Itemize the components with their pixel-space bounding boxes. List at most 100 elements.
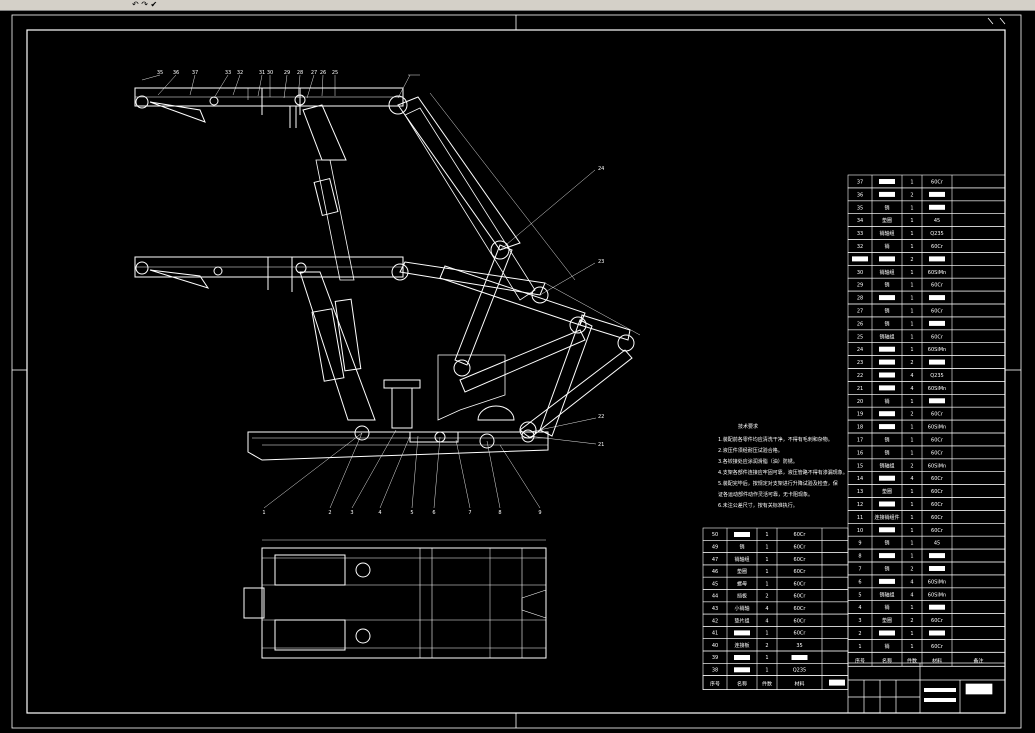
redacted-cell [879, 295, 895, 301]
tech-line-4: 4.支架各部件连接应牢固可靠，液压管路不得有渗漏现象。 [718, 469, 848, 476]
bom-row-no: 12 [857, 502, 863, 508]
bom-row-no: 42 [712, 618, 718, 624]
callout-top: 32 [237, 70, 243, 76]
redacted-cell [879, 191, 895, 197]
bom-row-qty: 1 [910, 631, 913, 637]
bom-row-qty: 1 [910, 528, 913, 534]
bom-row-no: 22 [857, 373, 863, 379]
tech-line-5: 5.装配完毕后，按规定对支架进行升降试验及检查，保 [718, 480, 838, 487]
header-qty: 件数 [762, 681, 772, 688]
bom-row-no: 3 [858, 618, 861, 624]
redacted-cell [879, 527, 895, 533]
bom-row-no: 29 [857, 283, 863, 289]
bom-row-material: 60Cr [931, 244, 944, 250]
bom-row-no: 4 [858, 605, 861, 611]
bom-row-material: 60SiMn [928, 579, 946, 585]
redacted-cell [929, 398, 945, 404]
tech-line-1: 1.装配前各零件均应清洗干净，不得有毛刺和杂物。 [718, 436, 833, 443]
bom-row: 13 垫圈 1 60Cr [847, 484, 1006, 498]
bom-row-qty: 4 [910, 373, 913, 379]
bom-row-no: 39 [712, 655, 718, 661]
bom-row-qty: 1 [910, 437, 913, 443]
bom-row-qty: 1 [910, 502, 913, 508]
bom-row-no: 40 [712, 643, 718, 649]
bom-row-material: 60Cr [931, 489, 944, 495]
bom-header: 序号 名称 件数 材料 备注 [847, 651, 1006, 667]
redacted-cell [879, 385, 895, 391]
bom-row-no: 43 [712, 606, 718, 612]
bom-row-no: 35 [857, 205, 863, 211]
bom-row-no: 10 [857, 528, 863, 534]
bom-row-no: 14 [857, 476, 863, 482]
toolbar-glyphs[interactable]: ↶ ↷ ✔ [132, 0, 157, 9]
redacted-cell [734, 667, 750, 673]
bom-row-material: 60Cr [931, 618, 944, 624]
bom-row: 38 1 Q235 [702, 662, 849, 676]
bom-row-material: 60Cr [931, 450, 944, 456]
bom-row-qty: 4 [910, 579, 913, 585]
bom-row: 17 销 1 60Cr [847, 432, 1006, 447]
bom-row-qty: 2 [910, 360, 913, 366]
bom-row-name: 销 [884, 604, 889, 611]
callout-top: 31 [259, 70, 265, 76]
bom-row: 34 垫圈 1 45 [847, 213, 1006, 227]
callout-right: 23 [598, 259, 604, 265]
callout-bottom: 4 [378, 510, 381, 516]
redacted-cell [929, 553, 945, 559]
bom-row-qty: 1 [910, 270, 913, 276]
bom-row: 43 小销轴 4 60Cr [702, 601, 849, 615]
bom-row-material: 60Cr [931, 502, 944, 508]
bom-row-material: 60SiMn [928, 425, 946, 431]
bom-row-name: 挡板 [737, 593, 747, 600]
bom-row-qty: 1 [765, 569, 768, 575]
callout-top: 28 [297, 70, 303, 76]
bom-row: 20 销 1 [847, 393, 1006, 408]
callout-bottom: 5 [410, 510, 413, 516]
cad-toolbar-strip: ↶ ↷ ✔ [0, 0, 1035, 11]
bom-row-material: 60Cr [931, 437, 944, 443]
bom-row: 23 2 [847, 355, 1006, 369]
bom-row-qty: 1 [910, 515, 913, 521]
bom-row: 15 销轴组 2 60SiMn [847, 458, 1006, 472]
bom-row-no: 36 [857, 192, 863, 198]
bom-row-qty: 1 [910, 605, 913, 611]
bom-row-no: 16 [857, 450, 863, 456]
balloon-callouts: 35 36 37 33 32 31 30 29 28 27 26 25242322211 2 3 4 5 6 7 8… [157, 70, 605, 516]
bom-row-material: 60Cr [931, 476, 944, 482]
bom-row: 4 销 1 [847, 600, 1006, 614]
bom-row: 33 销轴组 1 Q235 [847, 226, 1006, 240]
bom-row-qty: 1 [910, 308, 913, 314]
header-name: 名称 [737, 681, 747, 688]
bom-row-no: 26 [857, 321, 863, 327]
bom-row: 26 销 1 [847, 316, 1006, 331]
bom-row-qty: 2 [910, 412, 913, 418]
redacted-cell [879, 630, 895, 636]
bom-row-name: 销 [884, 540, 889, 547]
bom-row: 42 垫片组 4 60Cr [702, 613, 849, 627]
bom-row-material: 60Cr [794, 557, 807, 563]
bom-row-qty: 1 [910, 347, 913, 353]
bom-row: 29 销 1 60Cr [847, 277, 1006, 292]
redacted-cell [852, 256, 868, 262]
bom-row-material: 60Cr [931, 179, 944, 185]
bom-row-qty: 2 [910, 618, 913, 624]
bom-row-name: 销轴组 [879, 333, 894, 340]
bom-row-material: 60Cr [931, 515, 944, 521]
bom-row: 10 1 60Cr [847, 522, 1006, 537]
redacted-cell [734, 630, 750, 636]
bom-row-qty: 4 [910, 386, 913, 392]
bom-row-name: 销 [884, 204, 889, 211]
redacted-cell [879, 424, 895, 430]
bom-row-no: 9 [858, 541, 861, 547]
callout-bottom: 9 [538, 510, 541, 516]
header-material: 材料 [794, 681, 804, 688]
bom-row: 44 挡板 2 60Cr [702, 589, 849, 603]
redacted-cell [929, 204, 945, 210]
redacted-cell [879, 372, 895, 378]
bom-row: 7 销 2 [847, 561, 1006, 576]
bom-row-qty: 1 [910, 644, 913, 650]
bom-row-no: 38 [712, 667, 718, 673]
bom-row: 35 销 1 [847, 200, 1006, 215]
bom-row-material: 60Cr [794, 606, 807, 612]
bom-row-material: 60Cr [931, 334, 944, 340]
